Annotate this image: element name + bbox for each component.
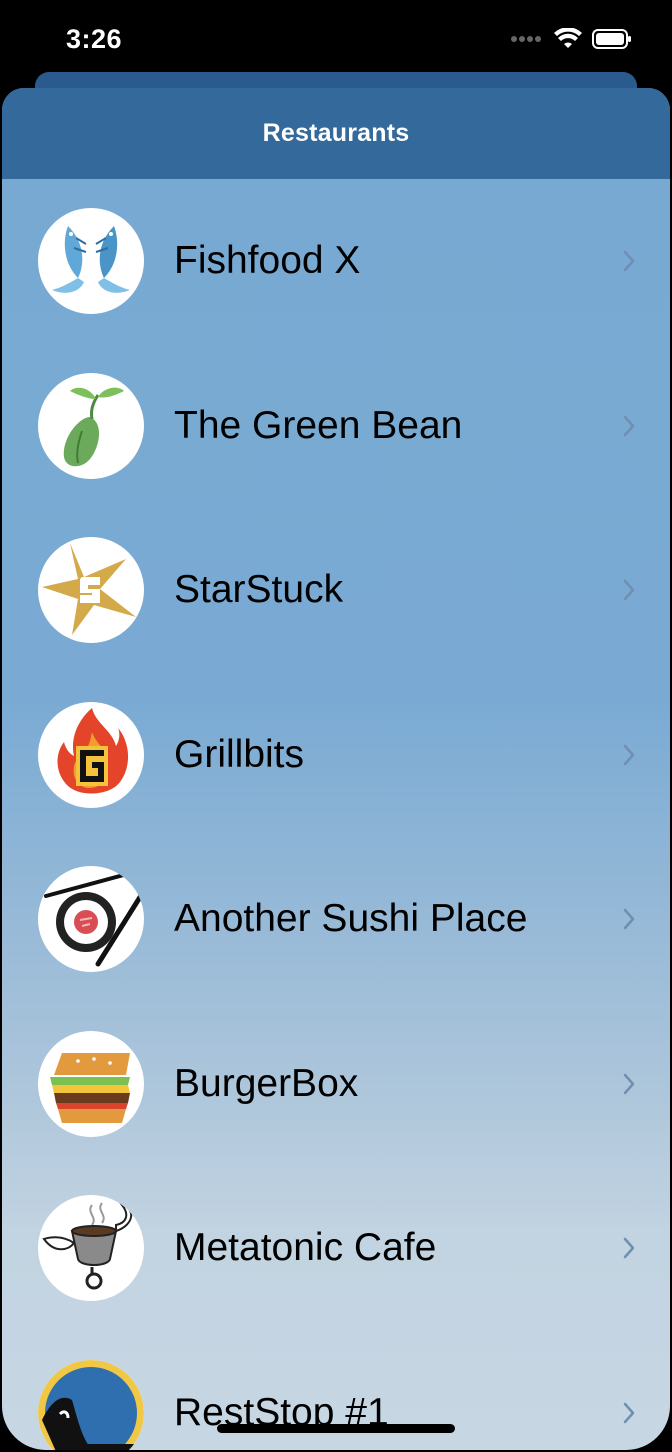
restaurant-row-grillbits[interactable]: Grillbits [2,673,670,838]
star-logo-icon [38,537,144,644]
reststop-logo-icon [38,1359,144,1450]
restaurant-row-another-sushi-place[interactable]: Another Sushi Place [2,837,670,1002]
restaurant-row-fishfood-x[interactable]: Fishfood X [2,179,670,344]
device-notch [168,0,502,50]
flame-logo-icon [38,701,144,808]
chevron-right-icon [623,909,635,930]
chevron-right-icon [623,744,635,765]
signal-dots-icon [511,36,541,42]
status-icons [510,28,632,50]
wifi-icon [554,28,582,48]
chevron-right-icon [623,415,635,436]
restaurants-sheet: Restaurants Fishfood X The Green Bean St… [2,88,670,1450]
chevron-right-icon [623,1238,635,1259]
chevron-right-icon [623,580,635,601]
battery-icon [592,29,631,49]
sprout-logo-icon [38,372,144,479]
chevron-right-icon [623,1402,635,1423]
sushi-logo-icon [38,866,144,973]
restaurant-name: Another Sushi Place [174,897,528,941]
restaurant-name: Grillbits [174,732,305,776]
restaurant-name: Metatonic Cafe [174,1226,437,1270]
restaurant-name: BurgerBox [174,1061,359,1105]
restaurant-row-starstuck[interactable]: StarStuck [2,508,670,673]
chevron-right-icon [623,251,635,272]
chevron-right-icon [623,1073,635,1094]
coffee-cup-logo-icon [38,1195,144,1302]
restaurant-name: StarStuck [174,568,344,612]
restaurant-list: Fishfood X The Green Bean StarStuck Gril… [2,179,670,1450]
burger-logo-icon [38,1030,144,1137]
fish-logo-icon [38,208,144,315]
restaurant-name: Fishfood X [174,239,361,283]
restaurant-row-metatonic-cafe[interactable]: Metatonic Cafe [2,1166,670,1331]
navigation-bar: Restaurants [2,88,670,179]
home-indicator[interactable] [217,1424,455,1433]
restaurant-name: The Green Bean [174,403,463,447]
page-title: Restaurants [262,119,410,147]
restaurant-row-burgerbox[interactable]: BurgerBox [2,1002,670,1167]
status-time: 3:26 [66,24,123,54]
restaurant-row-the-green-bean[interactable]: The Green Bean [2,344,670,509]
